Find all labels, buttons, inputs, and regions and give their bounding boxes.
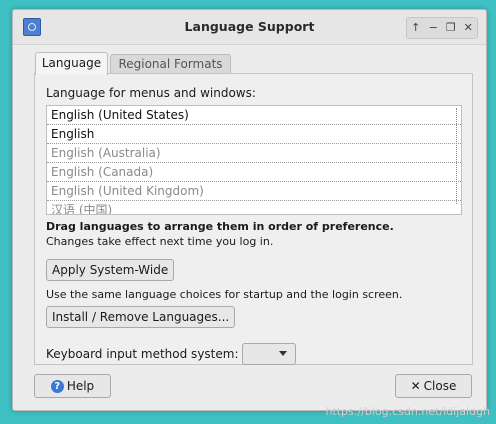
dropdown-arrow-icon: [279, 351, 287, 356]
close-icon[interactable]: ✕: [461, 21, 475, 35]
language-list-item[interactable]: English (United States): [47, 106, 461, 125]
list-scrollbar[interactable]: [456, 108, 459, 204]
window-controls: ↑ − ❐ ✕: [406, 17, 478, 39]
language-list[interactable]: English (United States) English English …: [46, 105, 462, 215]
install-remove-languages-button[interactable]: Install / Remove Languages...: [46, 306, 236, 328]
raise-icon[interactable]: ↑: [409, 21, 423, 35]
keyboard-input-label: Keyboard input method system:: [46, 347, 239, 361]
watermark: https://blog.csdn.net/ldijaldgh: [325, 405, 490, 418]
help-icon: ?: [50, 379, 64, 393]
language-section-label: Language for menus and windows:: [46, 86, 256, 100]
language-list-item[interactable]: English (Australia): [47, 144, 461, 163]
language-list-item[interactable]: 汉语 (中国): [47, 201, 461, 214]
close-label: Close: [423, 379, 457, 393]
language-support-window: Language Support ↑ − ❐ ✕ Language Region…: [12, 9, 487, 411]
minimize-icon[interactable]: −: [426, 21, 440, 35]
tab-regional-formats[interactable]: Regional Formats: [110, 54, 231, 74]
language-list-item[interactable]: English (Canada): [47, 163, 461, 182]
tab-language[interactable]: Language: [35, 52, 108, 75]
apply-system-wide-button[interactable]: Apply System-Wide: [46, 259, 175, 281]
close-button[interactable]: ✕ Close: [395, 374, 472, 398]
keyboard-input-method-select[interactable]: [242, 343, 296, 365]
language-list-item[interactable]: English (United Kingdom): [47, 182, 461, 201]
help-label: Help: [66, 379, 95, 393]
help-button[interactable]: ? Help: [34, 374, 111, 398]
apply-description: Use the same language choices for startu…: [46, 288, 403, 301]
maximize-icon[interactable]: ❐: [444, 21, 458, 35]
close-x-icon: ✕: [410, 379, 421, 393]
language-list-item[interactable]: English: [47, 125, 461, 144]
drag-hint: Drag languages to arrange them in order …: [46, 220, 394, 233]
changes-hint: Changes take effect next time you log in…: [46, 235, 274, 248]
title-bar[interactable]: Language Support ↑ − ❐ ✕: [13, 10, 486, 45]
language-panel: Language for menus and windows: English …: [34, 73, 473, 365]
